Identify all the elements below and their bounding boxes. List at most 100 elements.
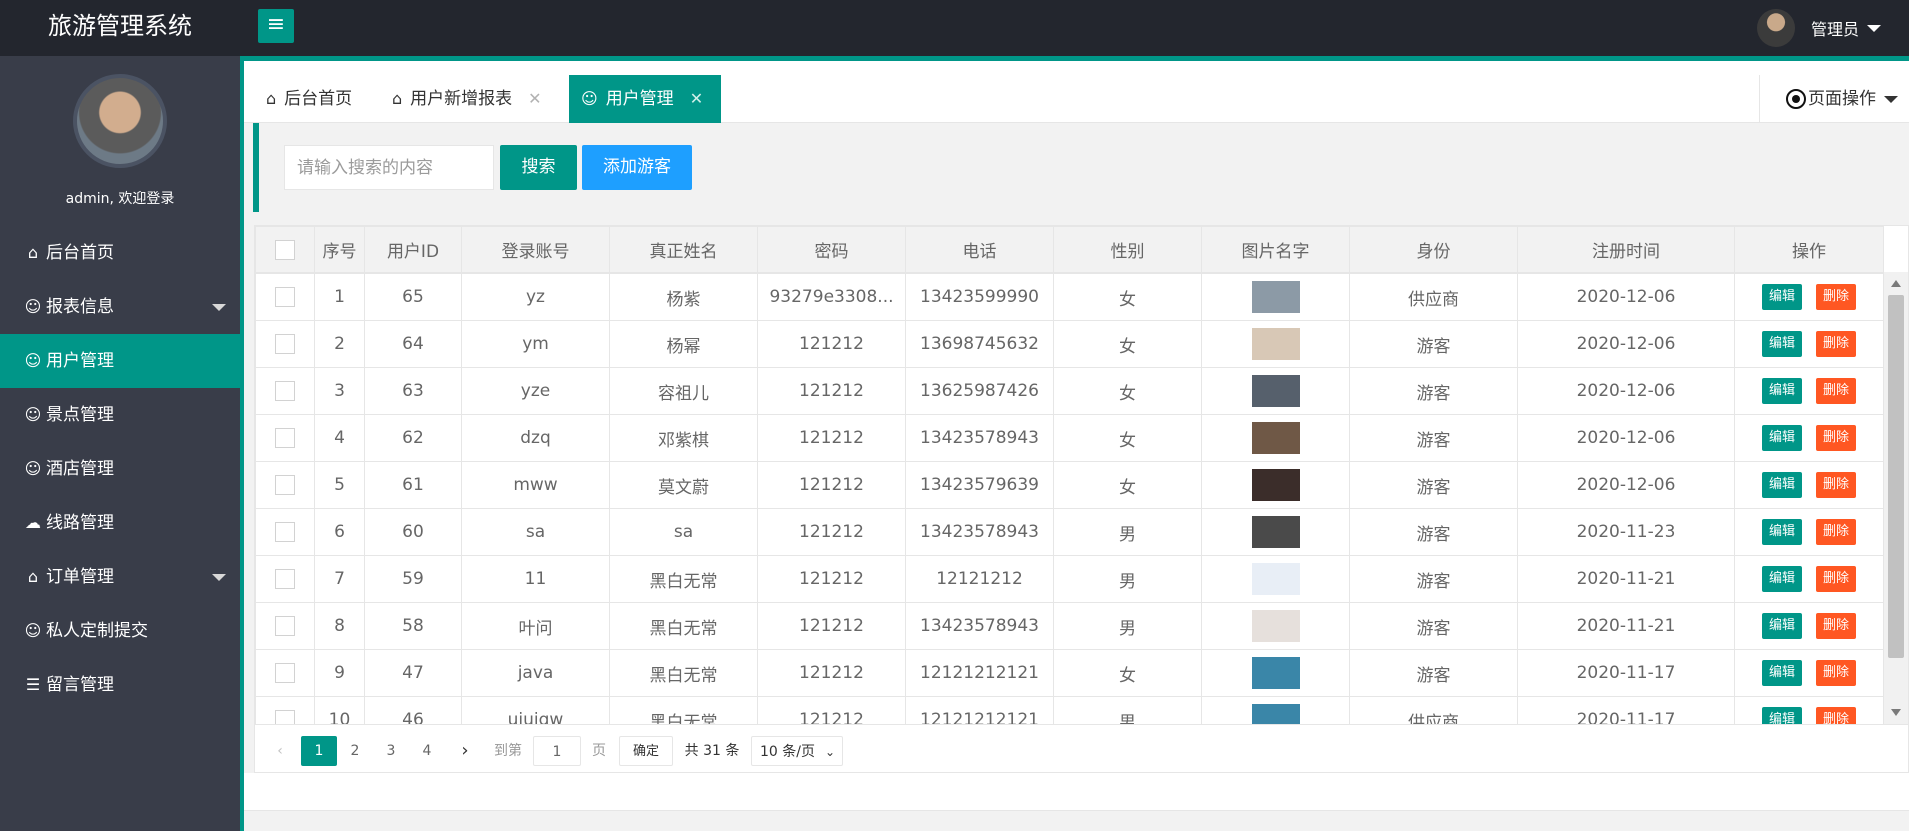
- search-button[interactable]: 搜索: [500, 145, 577, 190]
- row-actions: 编辑 删除: [1734, 696, 1884, 724]
- edit-button[interactable]: 编辑: [1762, 284, 1802, 310]
- page-3[interactable]: 3: [373, 736, 409, 766]
- tab-user-report[interactable]: ⌂ 用户新增报表 ✕: [380, 75, 554, 123]
- table-cell: 11: [461, 555, 610, 603]
- avatar[interactable]: [1756, 9, 1795, 47]
- close-icon[interactable]: ✕: [690, 89, 703, 108]
- row-actions: 编辑 删除: [1734, 273, 1884, 321]
- close-icon[interactable]: ✕: [528, 89, 541, 108]
- add-tourist-button[interactable]: 添加游客: [582, 145, 692, 190]
- sidebar-item-4[interactable]: ☺ 酒店管理: [0, 442, 240, 496]
- page-1[interactable]: 1: [301, 736, 337, 766]
- chevron-down-icon: [212, 574, 226, 581]
- table-body[interactable]: 1 65 yz 杨紫 93279e3308... 13423599990 女供应商 2020-…: [255, 273, 1908, 724]
- edit-button[interactable]: 编辑: [1762, 707, 1802, 724]
- user-photo: [1251, 422, 1300, 454]
- table-row[interactable]: 10 46 uiuiqw 黑白无常 121212 12121212121 男 供应商 2020-…: [255, 696, 1884, 724]
- row-checkbox[interactable]: [275, 475, 295, 495]
- hamburger-icon[interactable]: ≡: [258, 9, 294, 43]
- table-row[interactable]: 3 63 yze 容祖儿 121212 13625987426 女游客 2020-12-06 编…: [255, 367, 1884, 415]
- delete-button[interactable]: 删除: [1816, 425, 1856, 451]
- sidebar-item-5[interactable]: ☁ 线路管理: [0, 496, 240, 550]
- table-row[interactable]: 6 60 sa sa 121212 13423578943 男游客 2020-11-23 编辑删…: [255, 508, 1884, 556]
- sidebar-item-6[interactable]: ⌂ 订单管理: [0, 550, 240, 604]
- delete-button[interactable]: 删除: [1816, 660, 1856, 686]
- row-checkbox[interactable]: [275, 710, 295, 724]
- delete-button[interactable]: 删除: [1816, 519, 1856, 545]
- row-checkbox[interactable]: [275, 428, 295, 448]
- delete-button[interactable]: 删除: [1816, 472, 1856, 498]
- chevron-down-icon[interactable]: [1867, 24, 1881, 32]
- row-checkbox[interactable]: [275, 616, 295, 636]
- table-row[interactable]: 2 64 ym 杨幂 121212 13698745632 女游客 2020-12-06 编辑删…: [255, 320, 1884, 368]
- tab-user-management[interactable]: ☺ 用户管理 ✕: [569, 75, 722, 123]
- sidebar-item-label: 报表信息: [46, 297, 114, 317]
- page-2[interactable]: 2: [337, 736, 373, 766]
- row-checkbox[interactable]: [275, 663, 295, 683]
- delete-button[interactable]: 删除: [1816, 284, 1856, 310]
- photo-cell: [1201, 273, 1350, 321]
- photo-cell: [1201, 320, 1350, 368]
- edit-button[interactable]: 编辑: [1762, 660, 1802, 686]
- table-cell: 12121212121: [905, 696, 1054, 724]
- table-cell: 13423578943: [905, 414, 1054, 462]
- edit-button[interactable]: 编辑: [1762, 331, 1802, 357]
- tab-home[interactable]: ⌂ 后台首页: [254, 75, 364, 123]
- scroll-thumb[interactable]: [1888, 295, 1904, 658]
- table-row[interactable]: 7 59 11 黑白无常 121212 12121212 男游客 2020-11-21 编辑 删除: [255, 555, 1884, 603]
- user-icon: ☺: [24, 351, 42, 370]
- table-row[interactable]: 5 61 mww 莫文蔚 121212 13423579639 女游客 2020-12-06 编…: [255, 461, 1884, 509]
- row-checkbox[interactable]: [275, 334, 295, 354]
- table-scrollbar[interactable]: [1884, 272, 1908, 724]
- edit-button[interactable]: 编辑: [1762, 613, 1802, 639]
- user-menu[interactable]: 管理员: [1756, 0, 1909, 56]
- sidebar-item-8[interactable]: ☰ 留言管理: [0, 658, 240, 712]
- prev-page-icon[interactable]: ‹: [265, 736, 295, 766]
- search-input[interactable]: [284, 145, 494, 190]
- edit-button[interactable]: 编辑: [1762, 566, 1802, 592]
- next-page-icon[interactable]: ›: [450, 736, 480, 766]
- confirm-button[interactable]: 确定: [619, 736, 673, 766]
- row-checkbox[interactable]: [275, 287, 295, 307]
- table-row[interactable]: 9 47 java 黑白无常 121212 12121212121 女 游客 2020-11-1…: [255, 649, 1884, 697]
- scroll-up-arrow-icon[interactable]: [1891, 280, 1901, 287]
- goto-page-input[interactable]: 1: [533, 736, 581, 766]
- delete-button[interactable]: 删除: [1816, 613, 1856, 639]
- table-cell: 游客: [1349, 555, 1518, 603]
- select-all-checkbox[interactable]: [275, 239, 295, 260]
- column-header: 密码: [757, 226, 906, 273]
- table-row[interactable]: 1 65 yz 杨紫 93279e3308... 13423599990 女 供应商 2020-…: [255, 273, 1884, 321]
- row-checkbox[interactable]: [275, 569, 295, 589]
- sidebar-item-2[interactable]: ☺ 用户管理: [0, 334, 240, 388]
- edit-button[interactable]: 编辑: [1762, 519, 1802, 545]
- sidebar-item-3[interactable]: ☺ 景点管理: [0, 388, 240, 442]
- row-checkbox[interactable]: [275, 522, 295, 542]
- user-name[interactable]: 管理员: [1811, 16, 1859, 40]
- table-cell: dzq: [461, 414, 610, 462]
- table-cell: sa: [609, 508, 758, 556]
- edit-button[interactable]: 编辑: [1762, 378, 1802, 404]
- table-cell: mww: [461, 461, 610, 509]
- delete-button[interactable]: 删除: [1816, 707, 1856, 724]
- delete-button[interactable]: 删除: [1816, 566, 1856, 592]
- page-ops-menu[interactable]: 页面操作: [1759, 75, 1909, 123]
- table-cell: 64: [364, 320, 462, 368]
- page-size-select[interactable]: 10 条/页 ⌄: [751, 736, 843, 766]
- table-row[interactable]: 4 62 dzq 邓紫棋 121212 13423578943 女游客 2020-12-06 编…: [255, 414, 1884, 462]
- sidebar-item-label: 景点管理: [46, 405, 114, 425]
- page-4[interactable]: 4: [409, 736, 445, 766]
- delete-button[interactable]: 删除: [1816, 331, 1856, 357]
- tab-bar: ⌂ 后台首页 ⌂ 用户新增报表 ✕ ☺ 用户管理 ✕ 页面操作: [244, 61, 1909, 123]
- table-row[interactable]: 8 58 叶问 黑白无常 121212 13423578943 男游客 2020-11-21 编…: [255, 602, 1884, 650]
- user-photo: [1251, 469, 1300, 501]
- edit-button[interactable]: 编辑: [1762, 425, 1802, 451]
- edit-button[interactable]: 编辑: [1762, 472, 1802, 498]
- scroll-down-arrow-icon[interactable]: [1891, 709, 1901, 716]
- sidebar-item-7[interactable]: ☺ 私人定制提交: [0, 604, 240, 658]
- sidebar-item-label: 私人定制提交: [46, 621, 148, 641]
- sidebar-item-0[interactable]: ⌂ 后台首页: [0, 226, 240, 280]
- row-checkbox[interactable]: [275, 381, 295, 401]
- sidebar-item-1[interactable]: ☺ 报表信息: [0, 280, 240, 334]
- delete-button[interactable]: 删除: [1816, 378, 1856, 404]
- sidebar: admin, 欢迎登录 ⌂ 后台首页 ☺ 报表信息 ☺ 用户管理 ☺ 景点管理 ☺ 酒店管理 ☁ 线路…: [0, 56, 240, 831]
